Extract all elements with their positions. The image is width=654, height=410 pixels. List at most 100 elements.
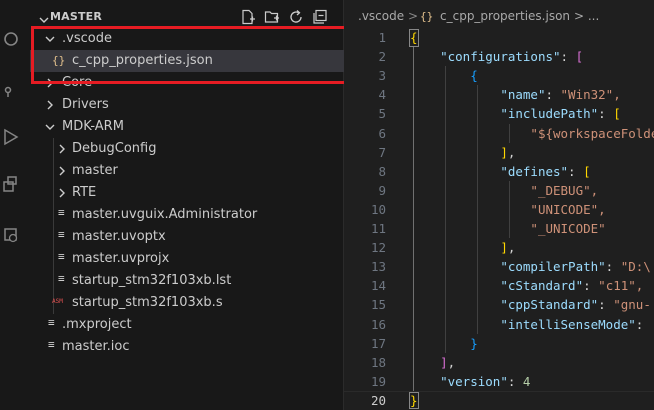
tree-item-label: startup_stm32f103xb.s xyxy=(72,295,223,310)
code-line[interactable]: { xyxy=(410,28,418,47)
code-line[interactable]: "configurations": [ xyxy=(410,47,583,66)
tree-item-uvoptx[interactable]: ≡ master.uvoptx xyxy=(30,226,344,248)
chevron-right-icon xyxy=(56,165,68,177)
tree-item-uvguix[interactable]: ≡ master.uvguix.Administrator xyxy=(30,204,344,226)
bracket: ] xyxy=(440,354,448,370)
json-key: "configurations" xyxy=(440,49,561,65)
code-area[interactable]: 1 2 3 4 5 6 7 8 9 10 11 12 13 14 15 16 1… xyxy=(344,28,654,410)
json-key: "defines" xyxy=(500,163,569,179)
code-line[interactable]: "${workspaceFolder xyxy=(410,124,654,143)
tree-item-label: DebugConfig xyxy=(72,141,157,156)
line-number: 14 xyxy=(370,278,386,294)
code-line[interactable]: ], xyxy=(410,143,515,162)
json-value: "UNICODE", xyxy=(530,201,606,217)
json-key: "name" xyxy=(500,87,546,103)
tree-item-mdk-arm-folder[interactable]: MDK-ARM xyxy=(30,116,344,138)
json-key: "cStandard" xyxy=(500,278,584,294)
code-line[interactable]: } xyxy=(410,391,418,410)
file-lines-icon: ≡ xyxy=(58,228,65,241)
line-number: 3 xyxy=(378,68,386,84)
breadcrumb-folder[interactable]: .vscode xyxy=(358,9,404,23)
line-number: 20 xyxy=(370,392,386,408)
code-line[interactable]: ], xyxy=(410,353,455,372)
json-value: "_DEBUG", xyxy=(530,182,599,198)
tree-item-debugconfig-folder[interactable]: DebugConfig xyxy=(30,138,344,160)
folder-title: MASTER xyxy=(50,10,103,23)
chevron-right-icon xyxy=(56,187,68,199)
tree-item-mxproject[interactable]: ≡ .mxproject xyxy=(30,314,344,336)
tree-item-label: master.ioc xyxy=(62,339,130,354)
search-icon[interactable] xyxy=(2,30,20,48)
json-value: "Win32", xyxy=(560,87,621,103)
line-number: 16 xyxy=(370,316,386,332)
brace: { xyxy=(410,30,418,45)
current-line-highlight xyxy=(344,390,654,410)
code-line[interactable]: "cppStandard": "gnu- xyxy=(410,295,651,314)
remote-settings-icon[interactable] xyxy=(2,226,20,244)
json-value: "${workspaceFolder xyxy=(530,125,654,141)
code-line[interactable]: "name": "Win32", xyxy=(410,85,621,104)
tree-item-master-ioc[interactable]: ≡ master.ioc xyxy=(30,336,344,358)
line-number: 18 xyxy=(370,354,386,370)
breadcrumb-file[interactable]: c_cpp_properties.json xyxy=(440,9,570,23)
line-number: 13 xyxy=(370,259,386,275)
line-number: 2 xyxy=(378,49,386,65)
chevron-right-icon xyxy=(44,99,56,111)
json-key: "version" xyxy=(440,373,508,389)
line-number: 9 xyxy=(378,182,386,198)
code-line[interactable]: "defines": [ xyxy=(410,162,590,181)
tree-item-rte-folder[interactable]: RTE xyxy=(30,182,344,204)
chevron-right-icon xyxy=(56,143,68,155)
line-number: 4 xyxy=(378,87,386,103)
line-number: 12 xyxy=(370,240,386,256)
json-value: 4 xyxy=(522,373,531,389)
json-file-icon: {} xyxy=(420,10,434,23)
tree-item-label: Drivers xyxy=(62,97,109,112)
breadcrumb-trail[interactable]: > ... xyxy=(574,9,599,23)
tree-item-startup-lst[interactable]: ≡ startup_stm32f103xb.lst xyxy=(30,270,344,292)
new-file-icon[interactable] xyxy=(240,9,256,25)
file-lines-icon: ≡ xyxy=(48,316,55,329)
tree-item-label: master.uvguix.Administrator xyxy=(72,207,258,222)
tree-item-uvprojx[interactable]: ≡ master.uvprojx xyxy=(30,248,344,270)
code-line[interactable]: "version": 4 xyxy=(410,372,530,391)
chevron-down-icon[interactable] xyxy=(38,11,50,23)
tree-item-label: RTE xyxy=(72,185,97,200)
json-value: "gnu- xyxy=(613,297,651,313)
code-line[interactable]: "_UNICODE" xyxy=(410,219,605,238)
code-line[interactable]: } xyxy=(410,334,478,353)
line-number: 1 xyxy=(378,30,386,45)
collapse-all-icon[interactable] xyxy=(312,9,328,25)
code-line[interactable]: "intelliSenseMode": xyxy=(410,315,643,334)
code-editor[interactable]: .vscode > {} c_cpp_properties.json > ...… xyxy=(344,0,654,410)
code-line[interactable]: "_DEBUG", xyxy=(410,181,598,200)
line-number: 11 xyxy=(370,221,386,236)
code-line[interactable]: { xyxy=(410,66,478,85)
code-line[interactable]: "cStandard": "c11", xyxy=(410,276,643,295)
tree-item-startup-s[interactable]: ASM startup_stm32f103xb.s xyxy=(30,292,344,314)
file-lines-icon: ≡ xyxy=(48,338,55,351)
new-folder-icon[interactable] xyxy=(264,9,280,25)
breadcrumb: .vscode > {} c_cpp_properties.json > ... xyxy=(344,0,654,30)
asm-file-icon: ASM xyxy=(52,298,63,305)
tree-item-drivers-folder[interactable]: Drivers xyxy=(30,94,344,116)
extensions-icon[interactable] xyxy=(2,176,20,194)
breadcrumb-separator: > xyxy=(408,9,419,23)
code-line[interactable]: ], xyxy=(410,238,515,257)
line-number: 5 xyxy=(378,106,386,122)
line-number: 6 xyxy=(378,125,386,141)
code-line[interactable]: "UNICODE", xyxy=(410,200,606,219)
tree-item-label: .mxproject xyxy=(62,317,132,332)
tree-item-label: MDK-ARM xyxy=(62,119,124,134)
source-control-icon[interactable] xyxy=(2,80,20,98)
line-number: 7 xyxy=(378,144,386,160)
code-line[interactable]: "compilerPath": "D:\ xyxy=(410,257,651,276)
code-line[interactable]: "includePath": [ xyxy=(410,104,620,123)
tree-item-master-folder[interactable]: master xyxy=(30,160,344,182)
json-key: "includePath" xyxy=(500,106,599,122)
run-debug-icon[interactable] xyxy=(2,128,20,146)
activity-bar xyxy=(0,0,30,410)
line-number: 17 xyxy=(370,335,386,351)
file-lines-icon: ≡ xyxy=(58,250,65,263)
refresh-icon[interactable] xyxy=(288,9,304,25)
